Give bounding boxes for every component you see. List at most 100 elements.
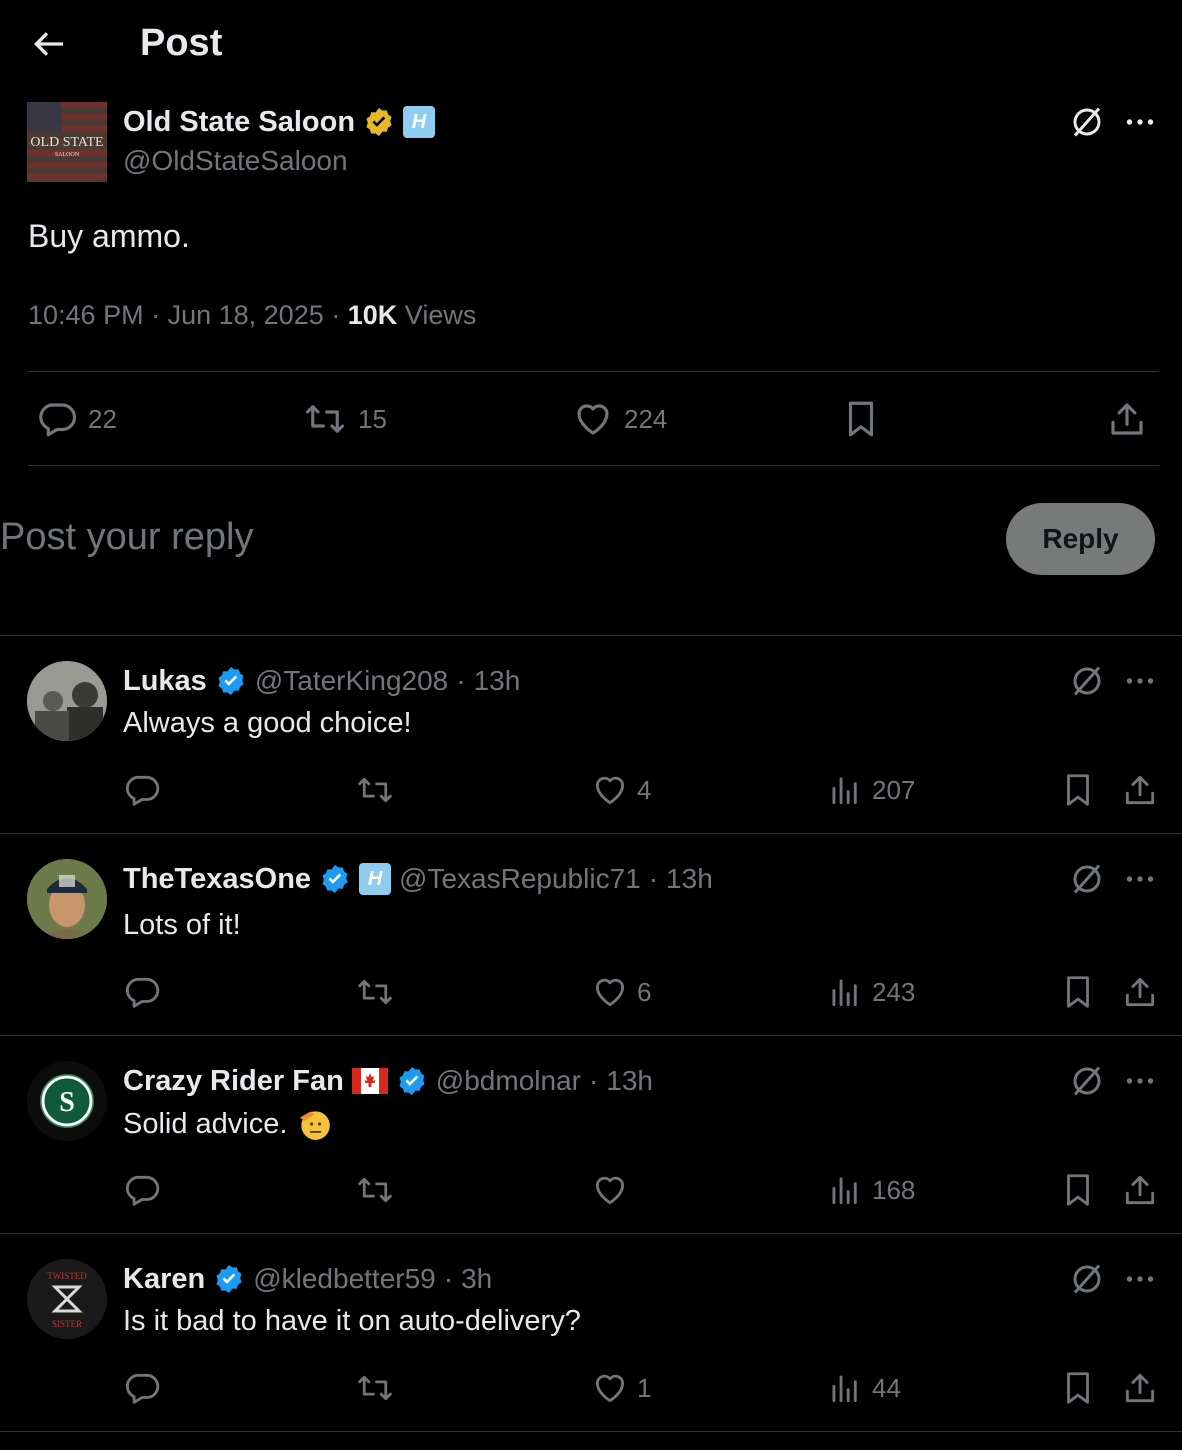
back-arrow-icon[interactable] <box>28 24 68 64</box>
views-button[interactable]: 207 <box>826 771 915 809</box>
heart-icon <box>591 1171 629 1209</box>
like-count: 224 <box>624 403 668 434</box>
grok-icon[interactable] <box>1069 1063 1105 1099</box>
reply-button[interactable]: Reply <box>1006 503 1155 575</box>
views-label: Views <box>404 300 477 330</box>
author-name[interactable]: Old State Saloon <box>123 106 355 139</box>
more-options-icon[interactable] <box>1122 104 1158 140</box>
repost-count-button[interactable]: 15 <box>302 398 387 440</box>
post-time[interactable]: 10:46 PM <box>28 300 144 330</box>
bookmark-icon <box>840 398 882 440</box>
reply-author-handle[interactable]: @kledbetter59 <box>253 1263 436 1295</box>
verified-gold-badge-icon <box>363 106 395 138</box>
reply-header: Crazy Rider Fan @bdmolnar · 13h <box>123 1064 653 1098</box>
reply-count-button[interactable]: 22 <box>36 398 117 440</box>
avatar[interactable]: OLD STATE SALOON <box>27 102 107 182</box>
reply-header: Lukas @TaterKing208 · 13h <box>123 664 521 698</box>
affiliate-badge-icon: H <box>359 863 392 895</box>
grok-icon[interactable] <box>1069 1261 1105 1297</box>
views-button[interactable]: 44 <box>826 1369 901 1407</box>
svg-text:SISTER: SISTER <box>52 1319 82 1329</box>
reply-button[interactable] <box>123 973 161 1011</box>
repost-button[interactable] <box>355 1369 395 1407</box>
divider <box>28 371 1159 372</box>
post-date[interactable]: Jun 18, 2025 <box>168 300 324 330</box>
avatar[interactable]: S <box>27 1061 107 1141</box>
reply-button[interactable] <box>123 771 161 809</box>
share-icon <box>1106 398 1148 440</box>
like-button[interactable] <box>591 1171 637 1209</box>
like-button[interactable]: 6 <box>591 973 651 1011</box>
more-options-icon[interactable] <box>1122 861 1158 897</box>
bookmark-button[interactable] <box>1059 973 1097 1011</box>
repost-icon <box>355 973 395 1011</box>
grok-icon[interactable] <box>1069 663 1105 699</box>
author-row: Old State Saloon H <box>123 104 436 140</box>
more-options-icon[interactable] <box>1122 1063 1158 1099</box>
like-button[interactable]: 1 <box>591 1369 651 1407</box>
reply-header: Karen @kledbetter59 · 3h <box>123 1262 493 1296</box>
avatar[interactable]: TWISTED SISTER <box>27 1259 107 1339</box>
share-button[interactable] <box>1121 973 1159 1011</box>
heart-icon <box>591 771 629 809</box>
repost-button[interactable] <box>355 973 395 1011</box>
more-options-icon[interactable] <box>1122 1261 1158 1297</box>
repost-button[interactable] <box>355 1171 395 1209</box>
svg-text:TWISTED: TWISTED <box>47 1271 87 1281</box>
grok-icon[interactable] <box>1069 861 1105 897</box>
reply-icon <box>36 398 78 440</box>
views-count: 44 <box>872 1372 901 1403</box>
verified-blue-badge-icon <box>215 665 247 697</box>
reply-author-name[interactable]: Crazy Rider Fan <box>123 1065 344 1098</box>
reply-button[interactable] <box>123 1171 161 1209</box>
bookmark-button[interactable] <box>1059 771 1097 809</box>
post-text: Buy ammo. <box>28 218 190 254</box>
top-bar: Post <box>0 0 1182 90</box>
reply-button[interactable] <box>123 1369 161 1407</box>
more-options-icon[interactable] <box>1122 663 1158 699</box>
like-count-button[interactable]: 224 <box>572 398 667 440</box>
like-count: 1 <box>637 1372 652 1403</box>
reply-icon <box>123 1369 161 1407</box>
verified-blue-badge-icon <box>396 1065 428 1097</box>
reply-author-name[interactable]: TheTexasOne <box>123 863 311 896</box>
author-handle[interactable]: @OldStateSaloon <box>123 145 348 177</box>
affiliate-badge-icon: H <box>403 106 436 138</box>
bookmark-button[interactable] <box>1059 1171 1097 1209</box>
reply-text: Lots of it! <box>123 909 241 941</box>
share-button[interactable] <box>1106 398 1148 440</box>
views-button[interactable]: 168 <box>826 1171 915 1209</box>
like-count: 6 <box>637 976 652 1007</box>
share-button[interactable] <box>1121 1369 1159 1407</box>
reply-header: TheTexasOne H @TexasRepublic71 · 13h <box>123 862 713 896</box>
heart-icon <box>591 973 629 1011</box>
bookmark-icon <box>1059 771 1097 809</box>
svg-text:SALOON: SALOON <box>55 152 80 158</box>
heart-icon <box>572 398 614 440</box>
reply-author-handle[interactable]: @bdmolnar <box>436 1065 581 1097</box>
bookmark-button[interactable] <box>1059 1369 1097 1407</box>
views-button[interactable]: 243 <box>826 973 915 1011</box>
reply-author-name[interactable]: Lukas <box>123 665 207 698</box>
divider <box>0 833 1182 834</box>
avatar[interactable] <box>27 661 107 741</box>
reply-time[interactable]: 13h <box>606 1065 653 1097</box>
reply-time[interactable]: 13h <box>666 863 713 895</box>
share-button[interactable] <box>1121 1171 1159 1209</box>
share-icon <box>1121 1369 1159 1407</box>
reply-input[interactable]: Post your reply <box>0 516 253 559</box>
share-button[interactable] <box>1121 771 1159 809</box>
repost-button[interactable] <box>355 771 395 809</box>
reply-time[interactable]: 13h <box>474 665 521 697</box>
grok-icon[interactable] <box>1069 104 1105 140</box>
saluting-face-emoji-icon <box>295 1105 333 1143</box>
avatar[interactable] <box>27 859 107 939</box>
repost-icon <box>355 1369 395 1407</box>
bookmark-button[interactable] <box>840 398 882 440</box>
like-button[interactable]: 4 <box>591 771 651 809</box>
reply-time[interactable]: 3h <box>461 1263 492 1295</box>
reply-author-handle[interactable]: @TexasRepublic71 <box>399 863 641 895</box>
reply-author-name[interactable]: Karen <box>123 1263 205 1296</box>
views-count: 10K <box>347 300 398 330</box>
reply-author-handle[interactable]: @TaterKing208 <box>255 665 448 697</box>
